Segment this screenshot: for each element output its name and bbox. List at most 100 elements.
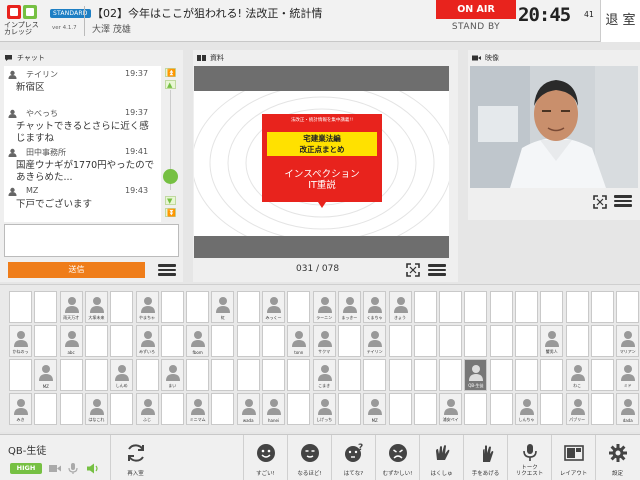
seat-occupied[interactable]: テイリン xyxy=(363,325,387,357)
reaction-sugoi-button[interactable]: すごい! xyxy=(243,435,287,480)
seat-empty[interactable] xyxy=(34,325,58,357)
seat-empty[interactable] xyxy=(211,325,235,357)
reaction-settings-button[interactable]: 設定 xyxy=(595,435,639,480)
seat-empty[interactable] xyxy=(489,291,513,323)
seat-empty[interactable] xyxy=(540,291,564,323)
reenter-button[interactable]: 再入室 xyxy=(110,435,160,480)
seat-empty[interactable] xyxy=(236,325,260,357)
seat-empty[interactable] xyxy=(59,359,83,391)
seat-empty[interactable] xyxy=(337,393,361,425)
seat-occupied[interactable]: しげっち xyxy=(312,393,336,425)
seat-empty[interactable] xyxy=(616,291,640,323)
seat-occupied[interactable]: ふじ xyxy=(135,393,159,425)
reaction-muzukashii-button[interactable]: むずかしい! xyxy=(375,435,419,480)
camera-icon[interactable] xyxy=(48,462,62,475)
seat-empty[interactable] xyxy=(464,325,488,357)
seat-occupied[interactable]: みずいろ xyxy=(135,325,159,357)
seat-occupied[interactable]: 雨天万才 xyxy=(59,291,83,323)
seat-empty[interactable] xyxy=(160,325,184,357)
seat-empty[interactable] xyxy=(337,325,361,357)
seat-empty[interactable] xyxy=(413,325,437,357)
scroll-up-button[interactable]: ▲ xyxy=(165,80,176,89)
seat-empty[interactable] xyxy=(84,325,108,357)
microphone-icon[interactable] xyxy=(66,462,80,475)
seat-empty[interactable] xyxy=(34,393,58,425)
quality-badge[interactable]: HIGH xyxy=(10,463,42,474)
seat-empty[interactable] xyxy=(287,393,311,425)
seat-empty[interactable] xyxy=(186,359,210,391)
seat-occupied[interactable]: やまちゃ xyxy=(135,291,159,323)
chat-message-list[interactable]: テイリン 19:37 新宿区 やべっち 19:37 チャットできるとさらに近く感じますね田… xyxy=(4,66,161,222)
seat-empty[interactable] xyxy=(413,291,437,323)
seat-occupied[interactable]: MZ xyxy=(363,393,387,425)
seat-occupied[interactable]: かねのっ xyxy=(9,325,32,357)
scroll-bottom-button[interactable]: ⏬ xyxy=(165,208,176,217)
seat-empty[interactable] xyxy=(489,393,513,425)
send-button[interactable]: 送信 xyxy=(8,262,145,278)
seat-empty[interactable] xyxy=(211,359,235,391)
seat-occupied[interactable]: ミド xyxy=(616,359,640,391)
seat-occupied[interactable]: まっきー xyxy=(337,291,361,323)
seat-occupied[interactable]: ラーニン xyxy=(312,291,336,323)
seat-empty[interactable] xyxy=(464,291,488,323)
reaction-layout-button[interactable]: レイアウト xyxy=(551,435,595,480)
seat-occupied[interactable]: MZ xyxy=(34,359,58,391)
fullscreen-icon[interactable] xyxy=(406,263,420,277)
seat-empty[interactable] xyxy=(590,393,614,425)
seat-occupied[interactable]: まい xyxy=(160,359,184,391)
scroll-top-button[interactable]: ⏫ xyxy=(165,68,176,77)
seat-occupied[interactable]: しんめ xyxy=(110,359,134,391)
seat-empty[interactable] xyxy=(9,359,32,391)
seat-empty[interactable] xyxy=(236,359,260,391)
seat-occupied[interactable]: hanei xyxy=(262,393,285,425)
seat-occupied[interactable]: マリアン xyxy=(616,325,640,357)
seat-empty[interactable] xyxy=(211,393,235,425)
seat-occupied[interactable]: ミニマム xyxy=(186,393,210,425)
video-menu-button[interactable] xyxy=(614,193,632,209)
seat-empty[interactable] xyxy=(515,359,538,391)
seat-empty[interactable] xyxy=(590,325,614,357)
seat-occupied[interactable]: wada xyxy=(236,393,260,425)
seat-empty[interactable] xyxy=(388,325,412,357)
seat-empty[interactable] xyxy=(413,359,437,391)
seat-occupied[interactable]: fbom xyxy=(186,325,210,357)
seat-occupied[interactable]: tonn xyxy=(287,325,311,357)
scroll-down-button[interactable]: ▼ xyxy=(165,196,176,205)
seat-occupied[interactable]: みっくー xyxy=(262,291,285,323)
seat-occupied[interactable]: くまちゃ xyxy=(363,291,387,323)
seat-empty[interactable] xyxy=(439,359,463,391)
speaker-icon[interactable] xyxy=(86,462,100,475)
seat-empty[interactable] xyxy=(110,291,134,323)
seat-empty[interactable] xyxy=(489,325,513,357)
seat-empty[interactable] xyxy=(160,393,184,425)
chat-scrollbar[interactable]: ⏫ ▲ ▼ ⏬ xyxy=(163,66,179,222)
seat-occupied[interactable]: dada xyxy=(616,393,640,425)
seat-empty[interactable] xyxy=(287,359,311,391)
seat-empty[interactable] xyxy=(388,359,412,391)
seat-occupied[interactable]: みき xyxy=(9,393,32,425)
seat-empty[interactable] xyxy=(262,359,285,391)
chat-input[interactable] xyxy=(4,224,179,257)
seat-empty[interactable] xyxy=(515,291,538,323)
seat-empty[interactable] xyxy=(464,393,488,425)
seat-occupied[interactable]: abc xyxy=(59,325,83,357)
seat-empty[interactable] xyxy=(540,359,564,391)
seat-occupied[interactable]: きょう xyxy=(388,291,412,323)
seat-occupied[interactable]: サクマ xyxy=(312,325,336,357)
reaction-hatena-button[interactable]: ? はてな? xyxy=(331,435,375,480)
seat-empty[interactable] xyxy=(413,393,437,425)
seat-occupied[interactable]: わこ xyxy=(565,359,589,391)
seat-empty[interactable] xyxy=(110,393,134,425)
seat-empty[interactable] xyxy=(515,325,538,357)
scroll-thumb[interactable] xyxy=(163,169,178,184)
seat-occupied[interactable]: 虹 xyxy=(211,291,235,323)
seat-empty[interactable] xyxy=(439,325,463,357)
seat-empty[interactable] xyxy=(590,291,614,323)
seat-empty[interactable] xyxy=(84,359,108,391)
seat-empty[interactable] xyxy=(59,393,83,425)
chat-menu-button[interactable] xyxy=(158,262,176,278)
seat-empty[interactable] xyxy=(186,291,210,323)
seat-empty[interactable] xyxy=(160,291,184,323)
seat-empty[interactable] xyxy=(363,359,387,391)
reaction-teage-button[interactable]: 手をあげる xyxy=(463,435,507,480)
